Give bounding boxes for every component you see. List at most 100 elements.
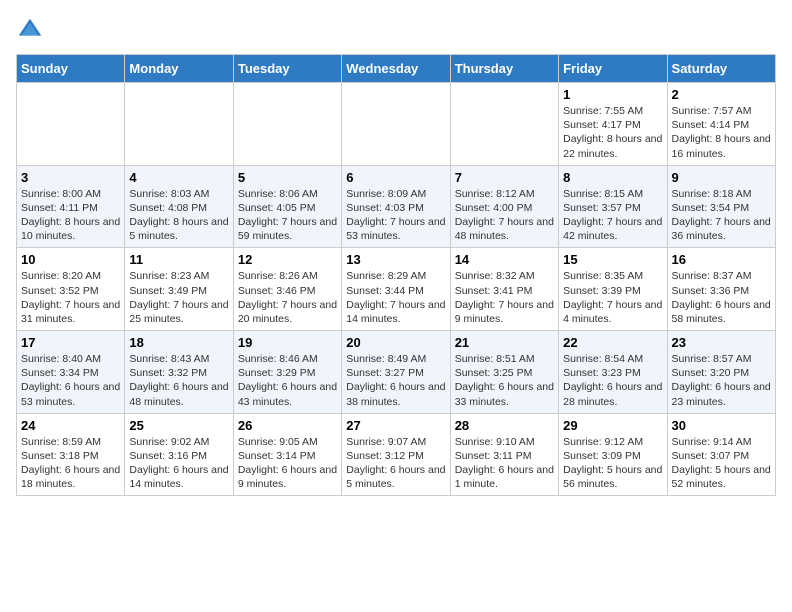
day-number: 9	[672, 170, 771, 185]
day-info: Sunrise: 9:05 AM Sunset: 3:14 PM Dayligh…	[238, 435, 337, 492]
day-number: 19	[238, 335, 337, 350]
calendar-week-row: 1 Sunrise: 7:55 AM Sunset: 4:17 PM Daylig…	[17, 83, 776, 166]
calendar-cell: 2 Sunrise: 7:57 AM Sunset: 4:14 PM Daylig…	[667, 83, 775, 166]
day-info: Sunrise: 9:02 AM Sunset: 3:16 PM Dayligh…	[129, 435, 228, 492]
day-number: 13	[346, 252, 445, 267]
day-number: 12	[238, 252, 337, 267]
day-number: 22	[563, 335, 662, 350]
calendar-cell: 26 Sunrise: 9:05 AM Sunset: 3:14 PM Dayli…	[233, 413, 341, 496]
day-number: 21	[455, 335, 554, 350]
day-info: Sunrise: 9:07 AM Sunset: 3:12 PM Dayligh…	[346, 435, 445, 492]
calendar-cell: 23 Sunrise: 8:57 AM Sunset: 3:20 PM Dayli…	[667, 331, 775, 414]
day-info: Sunrise: 8:26 AM Sunset: 3:46 PM Dayligh…	[238, 269, 337, 326]
weekday-header: Saturday	[667, 55, 775, 83]
day-info: Sunrise: 9:10 AM Sunset: 3:11 PM Dayligh…	[455, 435, 554, 492]
calendar-cell: 8Sunrise: 8:15 AM Sunset: 3:57 PM Daylig…	[559, 165, 667, 248]
weekday-header: Tuesday	[233, 55, 341, 83]
calendar-cell: 18Sunrise: 8:43 AM Sunset: 3:32 PM Dayli…	[125, 331, 233, 414]
weekday-header: Thursday	[450, 55, 558, 83]
day-info: Sunrise: 8:54 AM Sunset: 3:23 PM Dayligh…	[563, 352, 662, 409]
day-info: Sunrise: 7:55 AM Sunset: 4:17 PM Dayligh…	[563, 104, 662, 161]
day-number: 16	[672, 252, 771, 267]
day-number: 7	[455, 170, 554, 185]
calendar-cell: 12 Sunrise: 8:26 AM Sunset: 3:46 PM Dayli…	[233, 248, 341, 331]
calendar-week-row: 24 Sunrise: 8:59 AM Sunset: 3:18 PM Dayli…	[17, 413, 776, 496]
day-info: Sunrise: 8:57 AM Sunset: 3:20 PM Dayligh…	[672, 352, 771, 409]
calendar-cell: 1 Sunrise: 7:55 AM Sunset: 4:17 PM Daylig…	[559, 83, 667, 166]
day-number: 5	[238, 170, 337, 185]
calendar-cell	[233, 83, 341, 166]
day-number: 25	[129, 418, 228, 433]
page-header	[16, 16, 776, 44]
calendar-cell: 30 Sunrise: 9:14 AM Sunset: 3:07 PM Dayli…	[667, 413, 775, 496]
day-number: 18	[129, 335, 228, 350]
day-info: Sunrise: 8:18 AM Sunset: 3:54 PM Dayligh…	[672, 187, 771, 244]
day-number: 2	[672, 87, 771, 102]
calendar-week-row: 3 Sunrise: 8:00 AM Sunset: 4:11 PM Daylig…	[17, 165, 776, 248]
day-info: Sunrise: 9:12 AM Sunset: 3:09 PM Dayligh…	[563, 435, 662, 492]
day-info: Sunrise: 8:23 AM Sunset: 3:49 PM Dayligh…	[129, 269, 228, 326]
day-number: 3	[21, 170, 120, 185]
calendar-cell: 15 Sunrise: 8:35 AM Sunset: 3:39 PM Dayli…	[559, 248, 667, 331]
day-number: 11	[129, 252, 228, 267]
day-info: Sunrise: 8:35 AM Sunset: 3:39 PM Dayligh…	[563, 269, 662, 326]
day-info: Sunrise: 8:49 AM Sunset: 3:27 PM Dayligh…	[346, 352, 445, 409]
day-info: Sunrise: 8:20 AM Sunset: 3:52 PM Dayligh…	[21, 269, 120, 326]
day-info: Sunrise: 8:40 AM Sunset: 3:34 PM Dayligh…	[21, 352, 120, 409]
calendar-cell: 4 Sunrise: 8:03 AM Sunset: 4:08 PM Daylig…	[125, 165, 233, 248]
calendar-table: SundayMondayTuesdayWednesdayThursdayFrid…	[16, 54, 776, 496]
day-number: 27	[346, 418, 445, 433]
day-number: 29	[563, 418, 662, 433]
calendar-cell: 13 Sunrise: 8:29 AM Sunset: 3:44 PM Dayli…	[342, 248, 450, 331]
day-info: Sunrise: 8:06 AM Sunset: 4:05 PM Dayligh…	[238, 187, 337, 244]
day-number: 14	[455, 252, 554, 267]
day-number: 4	[129, 170, 228, 185]
calendar-cell: 19 Sunrise: 8:46 AM Sunset: 3:29 PM Dayli…	[233, 331, 341, 414]
day-number: 1	[563, 87, 662, 102]
day-info: Sunrise: 8:03 AM Sunset: 4:08 PM Dayligh…	[129, 187, 228, 244]
day-info: Sunrise: 9:14 AM Sunset: 3:07 PM Dayligh…	[672, 435, 771, 492]
day-number: 24	[21, 418, 120, 433]
day-info: Sunrise: 8:29 AM Sunset: 3:44 PM Dayligh…	[346, 269, 445, 326]
calendar-cell: 24 Sunrise: 8:59 AM Sunset: 3:18 PM Dayli…	[17, 413, 125, 496]
day-number: 28	[455, 418, 554, 433]
calendar-cell: 10 Sunrise: 8:20 AM Sunset: 3:52 PM Dayli…	[17, 248, 125, 331]
calendar-cell: 17Sunrise: 8:40 AM Sunset: 3:34 PM Dayli…	[17, 331, 125, 414]
calendar-cell	[342, 83, 450, 166]
day-info: Sunrise: 8:12 AM Sunset: 4:00 PM Dayligh…	[455, 187, 554, 244]
day-info: Sunrise: 7:57 AM Sunset: 4:14 PM Dayligh…	[672, 104, 771, 161]
calendar-cell: 3 Sunrise: 8:00 AM Sunset: 4:11 PM Daylig…	[17, 165, 125, 248]
calendar-cell	[17, 83, 125, 166]
day-info: Sunrise: 8:59 AM Sunset: 3:18 PM Dayligh…	[21, 435, 120, 492]
calendar-week-row: 17Sunrise: 8:40 AM Sunset: 3:34 PM Dayli…	[17, 331, 776, 414]
calendar-cell: 11 Sunrise: 8:23 AM Sunset: 3:49 PM Dayli…	[125, 248, 233, 331]
day-number: 20	[346, 335, 445, 350]
calendar-cell: 29 Sunrise: 9:12 AM Sunset: 3:09 PM Dayli…	[559, 413, 667, 496]
day-number: 15	[563, 252, 662, 267]
day-info: Sunrise: 8:46 AM Sunset: 3:29 PM Dayligh…	[238, 352, 337, 409]
weekday-header: Friday	[559, 55, 667, 83]
calendar-header-row: SundayMondayTuesdayWednesdayThursdayFrid…	[17, 55, 776, 83]
day-number: 30	[672, 418, 771, 433]
calendar-cell: 21 Sunrise: 8:51 AM Sunset: 3:25 PM Dayli…	[450, 331, 558, 414]
calendar-cell: 27 Sunrise: 9:07 AM Sunset: 3:12 PM Dayli…	[342, 413, 450, 496]
day-number: 26	[238, 418, 337, 433]
calendar-cell: 22 Sunrise: 8:54 AM Sunset: 3:23 PM Dayli…	[559, 331, 667, 414]
calendar-cell: 7 Sunrise: 8:12 AM Sunset: 4:00 PM Daylig…	[450, 165, 558, 248]
day-number: 23	[672, 335, 771, 350]
calendar-cell: 20 Sunrise: 8:49 AM Sunset: 3:27 PM Dayli…	[342, 331, 450, 414]
day-number: 10	[21, 252, 120, 267]
weekday-header: Sunday	[17, 55, 125, 83]
day-info: Sunrise: 8:37 AM Sunset: 3:36 PM Dayligh…	[672, 269, 771, 326]
day-number: 6	[346, 170, 445, 185]
day-info: Sunrise: 8:51 AM Sunset: 3:25 PM Dayligh…	[455, 352, 554, 409]
calendar-cell: 5 Sunrise: 8:06 AM Sunset: 4:05 PM Daylig…	[233, 165, 341, 248]
day-info: Sunrise: 8:00 AM Sunset: 4:11 PM Dayligh…	[21, 187, 120, 244]
day-info: Sunrise: 8:32 AM Sunset: 3:41 PM Dayligh…	[455, 269, 554, 326]
logo	[16, 16, 48, 44]
day-info: Sunrise: 8:15 AM Sunset: 3:57 PM Dayligh…	[563, 187, 662, 244]
calendar-cell: 25 Sunrise: 9:02 AM Sunset: 3:16 PM Dayli…	[125, 413, 233, 496]
calendar-cell: 14 Sunrise: 8:32 AM Sunset: 3:41 PM Dayli…	[450, 248, 558, 331]
calendar-cell: 16 Sunrise: 8:37 AM Sunset: 3:36 PM Dayli…	[667, 248, 775, 331]
calendar-cell: 6Sunrise: 8:09 AM Sunset: 4:03 PM Daylig…	[342, 165, 450, 248]
